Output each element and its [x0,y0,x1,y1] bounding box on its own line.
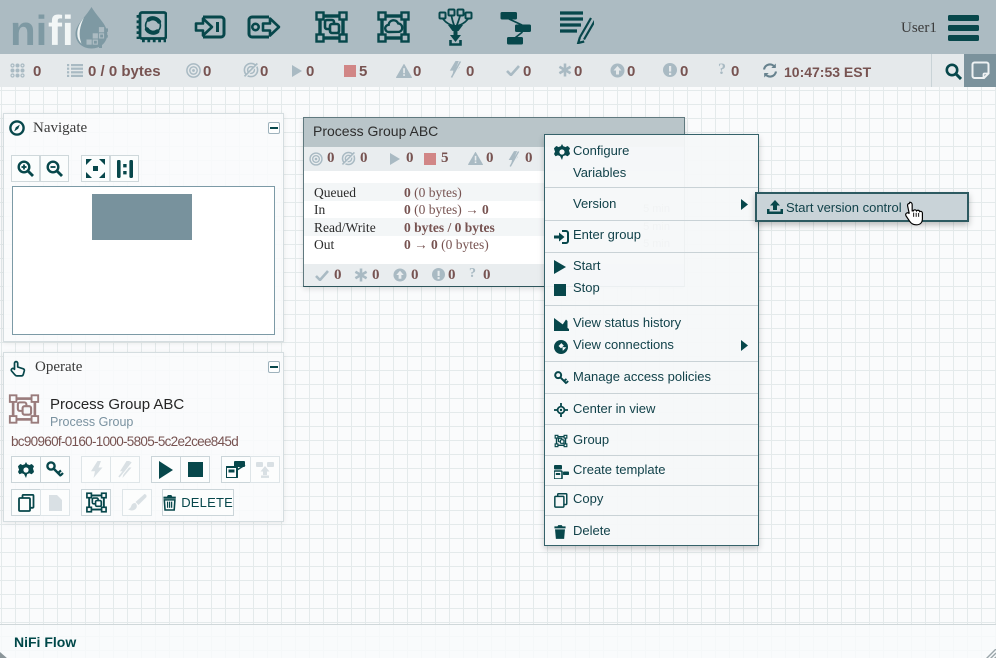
svg-text:ni: ni [12,7,47,49]
svg-text:fi: fi [48,7,74,49]
